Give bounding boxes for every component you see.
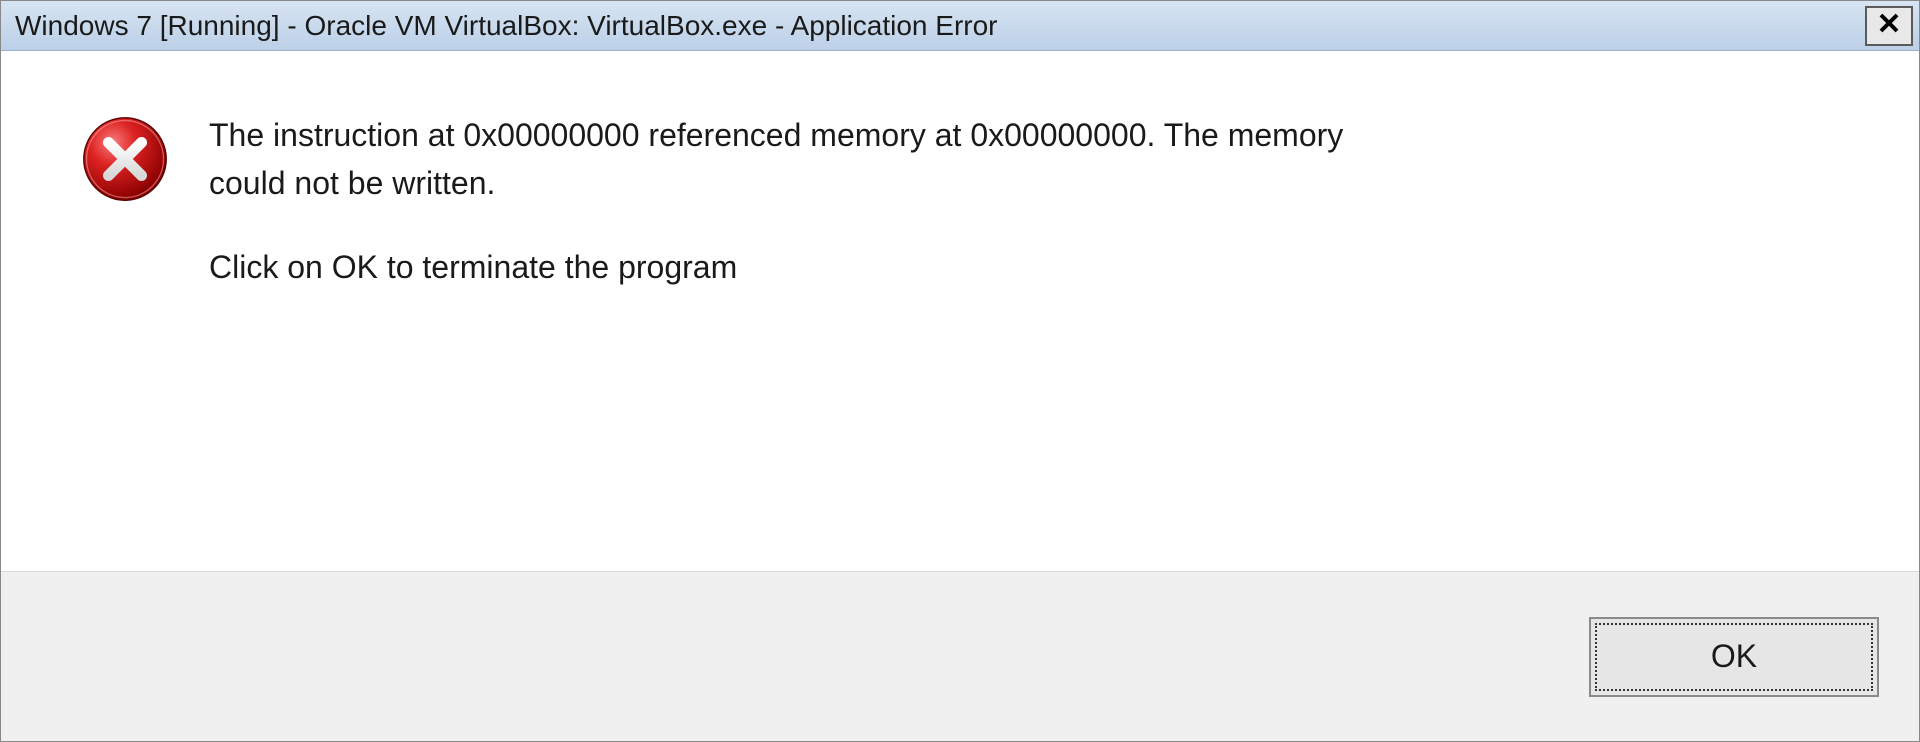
close-icon xyxy=(1877,11,1901,40)
error-icon xyxy=(81,115,169,208)
close-button[interactable] xyxy=(1865,6,1913,46)
titlebar: Windows 7 [Running] - Oracle VM VirtualB… xyxy=(1,1,1919,51)
button-bar: OK xyxy=(1,571,1919,741)
window-title: Windows 7 [Running] - Oracle VM VirtualB… xyxy=(15,10,1855,42)
error-message-secondary: Click on OK to terminate the program xyxy=(209,243,1879,291)
error-message-primary: The instruction at 0x00000000 referenced… xyxy=(209,111,1409,207)
content-area: The instruction at 0x00000000 referenced… xyxy=(1,51,1919,571)
ok-button[interactable]: OK xyxy=(1589,617,1879,697)
message-block: The instruction at 0x00000000 referenced… xyxy=(209,111,1879,291)
error-dialog: Windows 7 [Running] - Oracle VM VirtualB… xyxy=(0,0,1920,742)
